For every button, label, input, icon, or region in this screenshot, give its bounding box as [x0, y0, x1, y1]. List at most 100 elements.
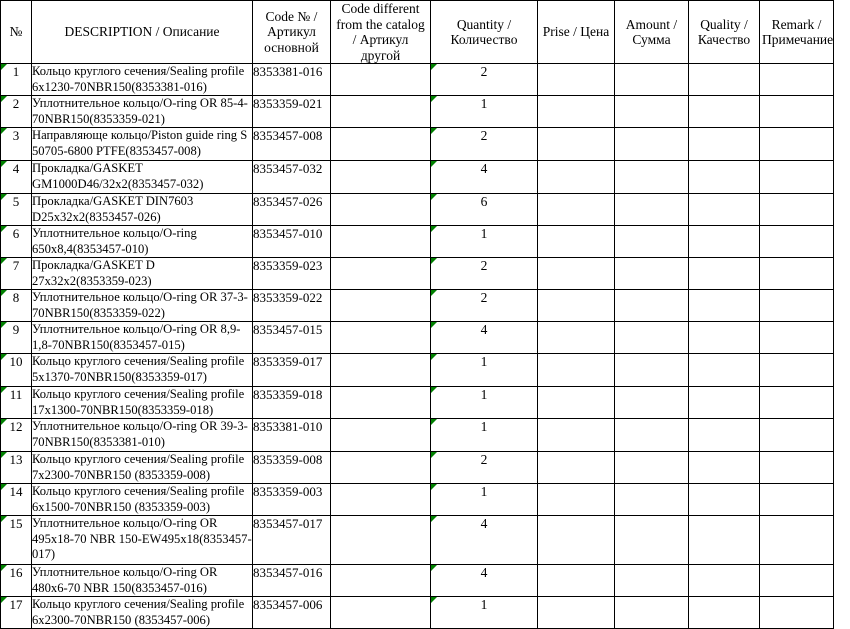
cell-code[interactable]: 8353457-015 [252, 321, 331, 354]
cell-remark[interactable] [759, 321, 834, 354]
cell-prise[interactable] [537, 127, 615, 161]
cell-amount[interactable] [614, 289, 689, 322]
cell-quality[interactable] [688, 193, 760, 226]
cell-codediff[interactable] [330, 386, 431, 419]
cell-codediff[interactable] [330, 515, 431, 565]
cell-prise[interactable] [537, 418, 615, 452]
cell-qty[interactable]: 4 [430, 160, 538, 194]
cell-codediff[interactable] [330, 193, 431, 226]
cell-qty[interactable]: 1 [430, 95, 538, 128]
cell-codediff[interactable] [330, 353, 431, 387]
cell-codediff[interactable] [330, 321, 431, 354]
cell-no[interactable]: 5 [0, 193, 32, 226]
cell-codediff[interactable] [330, 95, 431, 128]
cell-codediff[interactable] [330, 160, 431, 194]
cell-no[interactable]: 14 [0, 483, 32, 516]
cell-remark[interactable] [759, 451, 834, 484]
cell-amount[interactable] [614, 225, 689, 258]
column-header-amount[interactable]: Amount / Сумма [614, 0, 689, 64]
cell-no[interactable]: 1 [0, 63, 32, 96]
cell-quality[interactable] [688, 386, 760, 419]
cell-code[interactable]: 8353359-008 [252, 451, 331, 484]
cell-qty[interactable]: 1 [430, 386, 538, 419]
cell-amount[interactable] [614, 386, 689, 419]
cell-qty[interactable]: 4 [430, 564, 538, 597]
cell-amount[interactable] [614, 515, 689, 565]
cell-prise[interactable] [537, 95, 615, 128]
cell-qty[interactable]: 4 [430, 515, 538, 565]
cell-quality[interactable] [688, 483, 760, 516]
cell-no[interactable]: 17 [0, 596, 32, 629]
cell-desc[interactable]: Уплотнительное кольцо/O-ring OR 37-3-70N… [31, 289, 253, 322]
cell-codediff[interactable] [330, 289, 431, 322]
cell-remark[interactable] [759, 95, 834, 128]
cell-code[interactable]: 8353359-003 [252, 483, 331, 516]
cell-codediff[interactable] [330, 483, 431, 516]
cell-desc[interactable]: Кольцо круглого сечения/Sealing profile … [31, 451, 253, 484]
column-header-quality[interactable]: Quality / Качество [688, 0, 760, 64]
cell-qty[interactable]: 1 [430, 483, 538, 516]
column-header-remark[interactable]: Remark / Примечание [759, 0, 834, 64]
cell-code[interactable]: 8353457-006 [252, 596, 331, 629]
cell-quality[interactable] [688, 418, 760, 452]
cell-no[interactable]: 11 [0, 386, 32, 419]
cell-quality[interactable] [688, 451, 760, 484]
cell-desc[interactable]: Направляюще кольцо/Piston guide ring S 5… [31, 127, 253, 161]
cell-prise[interactable] [537, 451, 615, 484]
cell-prise[interactable] [537, 160, 615, 194]
cell-desc[interactable]: Уплотнительное кольцо/O-ring OR 85-4-70N… [31, 95, 253, 128]
cell-prise[interactable] [537, 353, 615, 387]
column-header-prise[interactable]: Prise / Цена [537, 0, 615, 64]
cell-quality[interactable] [688, 160, 760, 194]
cell-code[interactable]: 8353457-026 [252, 193, 331, 226]
cell-code[interactable]: 8353381-016 [252, 63, 331, 96]
cell-qty[interactable]: 6 [430, 193, 538, 226]
cell-remark[interactable] [759, 564, 834, 597]
cell-code[interactable]: 8353359-022 [252, 289, 331, 322]
cell-remark[interactable] [759, 289, 834, 322]
cell-qty[interactable]: 2 [430, 63, 538, 96]
cell-quality[interactable] [688, 564, 760, 597]
cell-quality[interactable] [688, 289, 760, 322]
cell-no[interactable]: 9 [0, 321, 32, 354]
cell-quality[interactable] [688, 257, 760, 290]
cell-desc[interactable]: Кольцо круглого сечения/Sealing profile … [31, 483, 253, 516]
cell-no[interactable]: 15 [0, 515, 32, 565]
cell-codediff[interactable] [330, 257, 431, 290]
cell-no[interactable]: 10 [0, 353, 32, 387]
column-header-code[interactable]: Code № / Артикул основной [252, 0, 331, 64]
cell-qty[interactable]: 2 [430, 451, 538, 484]
cell-desc[interactable]: Прокладка/GASKET DIN7603 D25x32x2(835345… [31, 193, 253, 226]
cell-codediff[interactable] [330, 127, 431, 161]
cell-amount[interactable] [614, 596, 689, 629]
cell-code[interactable]: 8353359-017 [252, 353, 331, 387]
cell-desc[interactable]: Уплотнительное кольцо/O-ring OR 495x18-7… [31, 515, 253, 565]
cell-amount[interactable] [614, 95, 689, 128]
cell-prise[interactable] [537, 289, 615, 322]
cell-desc[interactable]: Уплотнительное кольцо/O-ring OR 39-3-70N… [31, 418, 253, 452]
cell-codediff[interactable] [330, 418, 431, 452]
cell-qty[interactable]: 2 [430, 127, 538, 161]
cell-no[interactable]: 13 [0, 451, 32, 484]
cell-desc[interactable]: Кольцо круглого сечения/Sealing profile … [31, 386, 253, 419]
cell-desc[interactable]: Уплотнительное кольцо/O-ring 650x8,4(835… [31, 225, 253, 258]
cell-prise[interactable] [537, 596, 615, 629]
cell-quality[interactable] [688, 63, 760, 96]
cell-desc[interactable]: Кольцо круглого сечения/Sealing profile … [31, 596, 253, 629]
cell-quality[interactable] [688, 353, 760, 387]
cell-amount[interactable] [614, 160, 689, 194]
cell-prise[interactable] [537, 483, 615, 516]
cell-qty[interactable]: 1 [430, 353, 538, 387]
cell-codediff[interactable] [330, 63, 431, 96]
cell-no[interactable]: 3 [0, 127, 32, 161]
cell-quality[interactable] [688, 127, 760, 161]
cell-quality[interactable] [688, 95, 760, 128]
cell-code[interactable]: 8353457-032 [252, 160, 331, 194]
cell-code[interactable]: 8353457-017 [252, 515, 331, 565]
cell-codediff[interactable] [330, 596, 431, 629]
cell-prise[interactable] [537, 257, 615, 290]
cell-desc[interactable]: Прокладка/GASKET GM1000D46/32x2(8353457-… [31, 160, 253, 194]
cell-remark[interactable] [759, 160, 834, 194]
cell-remark[interactable] [759, 193, 834, 226]
cell-no[interactable]: 2 [0, 95, 32, 128]
